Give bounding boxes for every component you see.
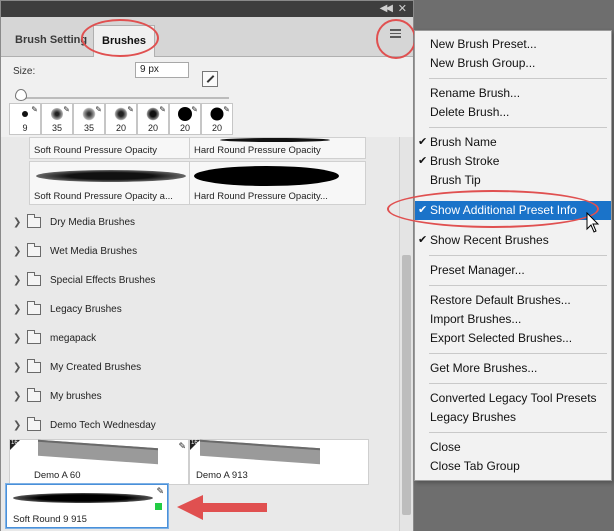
- size-slider-thumb[interactable]: [15, 89, 27, 101]
- brush-tip[interactable]: ✎ 20: [201, 103, 233, 135]
- menu-item-new-brush-group[interactable]: New Brush Group...: [415, 54, 611, 73]
- brush-preset[interactable]: Hard Round Pressure Opacity: [189, 137, 366, 159]
- pencil-icon: ✎: [95, 105, 102, 114]
- check-icon: ✔: [418, 155, 428, 167]
- menu-item-delete-brush[interactable]: Delete Brush...: [415, 103, 611, 122]
- panel-titlebar: ◀◀ ✕: [1, 1, 413, 17]
- brush-size-reset-icon[interactable]: [202, 71, 218, 87]
- folder-icon: [27, 243, 41, 257]
- menu-item-rename-brush[interactable]: Rename Brush...: [415, 84, 611, 103]
- size-input[interactable]: 9 px: [135, 62, 189, 78]
- menu-item-get-more-brushes[interactable]: Get More Brushes...: [415, 359, 611, 378]
- brush-group[interactable]: ❯ Special Effects Brushes: [1, 267, 399, 296]
- brush-preset[interactable]: 16 ✎ Demo A 60: [9, 439, 189, 485]
- badge-16: 16: [190, 440, 200, 450]
- panel-flyout-menu: New Brush Preset... New Brush Group... R…: [414, 30, 612, 481]
- menu-item-brush-tip[interactable]: Brush Tip: [415, 171, 611, 190]
- annotation-arrow: [177, 495, 267, 520]
- chevron-right-icon[interactable]: ❯: [13, 362, 21, 373]
- brush-preset[interactable]: 16 Demo A 913: [189, 439, 369, 485]
- menu-item-brush-name[interactable]: ✔ Brush Name: [415, 133, 611, 152]
- menu-item-close[interactable]: Close: [415, 438, 611, 457]
- brush-group[interactable]: ❯ My brushes: [1, 383, 399, 412]
- chevron-right-icon[interactable]: ❯: [13, 217, 21, 228]
- pencil-icon: ✎: [31, 105, 38, 114]
- brush-tip[interactable]: ✎ 9: [9, 103, 41, 135]
- brush-tip[interactable]: ✎ 20: [137, 103, 169, 135]
- pencil-icon: ✎: [223, 105, 230, 114]
- size-slider-track[interactable]: [19, 97, 229, 99]
- close-icon[interactable]: ✕: [398, 2, 407, 15]
- menu-item-close-tab-group[interactable]: Close Tab Group: [415, 457, 611, 476]
- brush-preset[interactable]: Hard Round Pressure Opacity...: [189, 161, 366, 205]
- chevron-right-icon[interactable]: ❯: [13, 246, 21, 257]
- annotation-circle-menu-button: [376, 19, 416, 59]
- folder-open-icon: [27, 417, 41, 431]
- size-label: Size:: [13, 66, 36, 77]
- chevron-right-icon[interactable]: ❯: [13, 391, 21, 402]
- pencil-icon: ✎: [127, 105, 134, 114]
- chevron-right-icon[interactable]: ❯: [13, 333, 21, 344]
- pencil-icon: ✎: [191, 105, 198, 114]
- brush-list[interactable]: Soft Round Pressure Opacity Hard Round P…: [1, 137, 399, 531]
- recent-brush-tips: ✎ 9 ✎ 35 ✎ 35 ✎ 20 ✎ 20 ✎ 20 ✎ 20: [9, 103, 233, 135]
- folder-icon: [27, 272, 41, 286]
- brush-preset[interactable]: Soft Round Pressure Opacity a...: [29, 161, 206, 205]
- brush-tip[interactable]: ✎ 35: [73, 103, 105, 135]
- brush-group[interactable]: ❯ My Created Brushes: [1, 354, 399, 383]
- menu-item-restore-default-brushes[interactable]: Restore Default Brushes...: [415, 291, 611, 310]
- brush-tip[interactable]: ✎ 35: [41, 103, 73, 135]
- folder-icon: [27, 359, 41, 373]
- badge-16: 16: [10, 440, 20, 450]
- menu-item-brush-stroke[interactable]: ✔ Brush Stroke: [415, 152, 611, 171]
- collapse-icon[interactable]: ◀◀: [380, 3, 393, 14]
- brushes-panel: ◀◀ ✕ Brush Setting Brushes Size: 9 px ✎ 9…: [0, 0, 416, 531]
- annotation-circle-preset-info: [387, 190, 599, 228]
- pencil-icon: ✎: [159, 105, 166, 114]
- chevron-right-icon[interactable]: ❯: [13, 304, 21, 315]
- menu-item-new-brush-preset[interactable]: New Brush Preset...: [415, 35, 611, 54]
- new-brush-indicator: [155, 503, 162, 510]
- tab-bar: Brush Setting Brushes: [1, 17, 413, 57]
- pencil-icon: ✎: [156, 486, 164, 496]
- brush-group[interactable]: ❯ Dry Media Brushes: [1, 209, 399, 238]
- brush-group[interactable]: ❯ Wet Media Brushes: [1, 238, 399, 267]
- menu-item-show-recent-brushes[interactable]: ✔ Show Recent Brushes: [415, 231, 611, 250]
- check-icon: ✔: [418, 136, 428, 148]
- menu-item-converted-legacy-tool-presets[interactable]: Converted Legacy Tool Presets: [415, 389, 611, 408]
- chevron-down-icon[interactable]: ❯: [13, 420, 21, 431]
- folder-icon: [27, 330, 41, 344]
- menu-item-legacy-brushes[interactable]: Legacy Brushes: [415, 408, 611, 427]
- check-icon: ✔: [418, 234, 428, 246]
- brush-tip[interactable]: ✎ 20: [105, 103, 137, 135]
- brush-tip[interactable]: ✎ 20: [169, 103, 201, 135]
- pencil-icon: ✎: [178, 441, 186, 451]
- scrollbar-thumb[interactable]: [402, 255, 411, 515]
- brush-group-expanded[interactable]: ❯ Demo Tech Wednesday: [1, 412, 399, 441]
- pencil-icon: ✎: [63, 105, 70, 114]
- folder-icon: [27, 388, 41, 402]
- folder-icon: [27, 214, 41, 228]
- brush-group[interactable]: ❯ Legacy Brushes: [1, 296, 399, 325]
- menu-item-import-brushes[interactable]: Import Brushes...: [415, 310, 611, 329]
- menu-item-preset-manager[interactable]: Preset Manager...: [415, 261, 611, 280]
- selected-brush-preset[interactable]: ✎ Soft Round 9 915: [5, 483, 169, 529]
- annotation-circle-brushes-tab: [81, 19, 159, 57]
- chevron-right-icon[interactable]: ❯: [13, 275, 21, 286]
- folder-icon: [27, 301, 41, 315]
- brush-group[interactable]: ❯ megapack: [1, 325, 399, 354]
- mouse-cursor-icon: [586, 212, 600, 233]
- brush-preset[interactable]: Soft Round Pressure Opacity: [29, 137, 206, 159]
- menu-item-export-selected-brushes[interactable]: Export Selected Brushes...: [415, 329, 611, 348]
